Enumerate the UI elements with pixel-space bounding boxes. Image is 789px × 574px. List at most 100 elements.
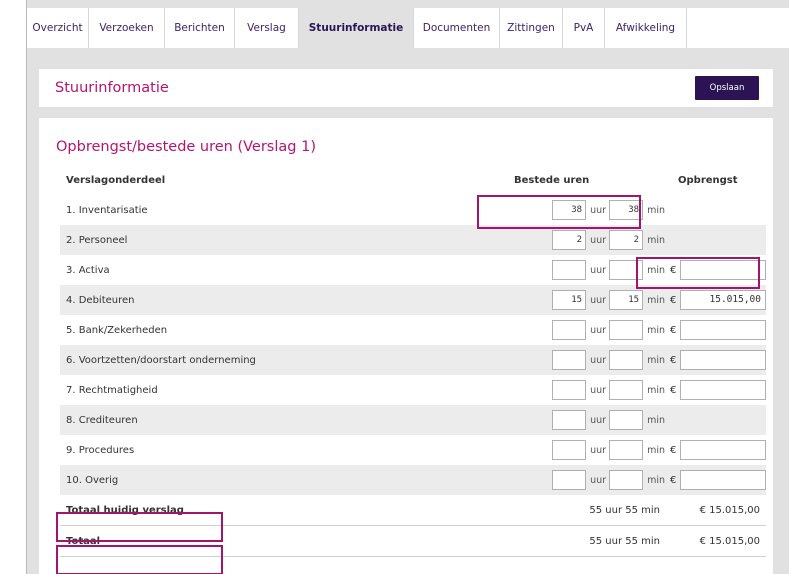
- row-label: 9. Procedures: [66, 444, 135, 456]
- revenue-input[interactable]: [680, 470, 766, 490]
- table-row: 9. Procedures uur min €: [60, 435, 766, 465]
- table-row: 4. Debiteuren 15 uur 15 min €15.015,00: [60, 285, 766, 315]
- row-label: 2. Personeel: [66, 234, 128, 246]
- page-header: Stuurinformatie Opslaan: [39, 69, 773, 107]
- tab-verzoeken[interactable]: Verzoeken: [89, 8, 165, 48]
- total-row: Totaal 55 uur 55 min € 15.015,00: [60, 526, 766, 557]
- hours-cell: 15 uur 15 min: [508, 290, 668, 310]
- minutes-unit: min: [647, 414, 665, 426]
- hours-input[interactable]: [552, 470, 587, 490]
- currency-symbol: €: [670, 354, 677, 366]
- minutes-input[interactable]: 2: [609, 230, 644, 250]
- hours-cell: uur min: [508, 380, 668, 400]
- minutes-input[interactable]: [609, 320, 644, 340]
- save-button[interactable]: Opslaan: [695, 76, 759, 100]
- hours-unit: uur: [590, 234, 607, 246]
- minutes-input[interactable]: [609, 410, 644, 430]
- table-row: 7. Rechtmatigheid uur min €: [60, 375, 766, 405]
- tab-overzicht[interactable]: Overzicht: [27, 8, 89, 48]
- hours-unit: uur: [590, 324, 607, 336]
- tab-verslag[interactable]: Verslag: [235, 8, 299, 48]
- currency-symbol: €: [670, 294, 677, 306]
- currency-symbol: €: [670, 264, 677, 276]
- revenue-cell: €15.015,00: [668, 290, 766, 310]
- hours-input[interactable]: [552, 320, 587, 340]
- minutes-unit: min: [647, 264, 665, 276]
- minutes-unit: min: [647, 384, 665, 396]
- hours-cell: uur min: [508, 350, 668, 370]
- column-header-opbrengst: Opbrengst: [678, 174, 738, 186]
- table-row: 1. Inventarisatie 38 uur 38 min: [60, 195, 766, 225]
- hours-cell: uur min: [508, 320, 668, 340]
- minutes-unit: min: [647, 474, 665, 486]
- hours-cell: uur min: [508, 260, 668, 280]
- hours-cell: uur min: [508, 470, 668, 490]
- total-revenue: € 15.015,00: [699, 535, 760, 547]
- row-label: 8. Crediteuren: [66, 414, 138, 426]
- tab-stuurinformatie[interactable]: Stuurinformatie: [299, 8, 414, 48]
- table-body: 1. Inventarisatie 38 uur 38 min 2. Personeel 2…: [60, 195, 766, 495]
- revenue-cell: €: [668, 320, 766, 340]
- hours-input[interactable]: 38: [552, 200, 587, 220]
- tab-pva[interactable]: PvA: [563, 8, 605, 48]
- revenue-input[interactable]: [680, 350, 766, 370]
- hours-unit: uur: [590, 294, 607, 306]
- hours-unit: uur: [590, 414, 607, 426]
- table-row: 8. Crediteuren uur min: [60, 405, 766, 435]
- hours-input[interactable]: 2: [552, 230, 587, 250]
- revenue-cell: €: [668, 380, 766, 400]
- revenue-input[interactable]: [680, 380, 766, 400]
- hours-input[interactable]: [552, 380, 587, 400]
- table-totals: Totaal huidig verslag 55 uur 55 min € 15.0…: [60, 495, 766, 557]
- minutes-input[interactable]: [609, 380, 644, 400]
- app-frame: Overzicht Verzoeken Berichten Verslag St…: [26, 0, 789, 574]
- row-label: 10. Overig: [66, 474, 119, 486]
- hours-input[interactable]: [552, 350, 587, 370]
- total-revenue: € 15.015,00: [699, 504, 760, 516]
- minutes-unit: min: [647, 444, 665, 456]
- currency-symbol: €: [670, 324, 677, 336]
- hours-cell: uur min: [508, 410, 668, 430]
- tab-afwikkeling[interactable]: Afwikkeling: [605, 8, 687, 48]
- revenue-input[interactable]: [680, 320, 766, 340]
- revenue-input[interactable]: [680, 440, 766, 460]
- hours-cell: 38 uur 38 min: [508, 200, 668, 220]
- row-label: 6. Voortzetten/doorstart onderneming: [66, 354, 256, 366]
- hours-input[interactable]: 15: [552, 290, 587, 310]
- column-header-onderdeel: Verslagonderdeel: [66, 174, 166, 186]
- minutes-input[interactable]: 15: [609, 290, 644, 310]
- minutes-input[interactable]: [609, 440, 644, 460]
- minutes-input[interactable]: [609, 260, 644, 280]
- revenue-input[interactable]: [680, 260, 766, 280]
- hours-unit: uur: [590, 264, 607, 276]
- row-label: 1. Inventarisatie: [66, 204, 148, 216]
- total-row: Totaal huidig verslag 55 uur 55 min € 15.0…: [60, 495, 766, 526]
- minutes-unit: min: [647, 324, 665, 336]
- total-time: 55 uur 55 min: [589, 504, 660, 516]
- minutes-input[interactable]: [609, 350, 644, 370]
- table-row: 6. Voortzetten/doorstart onderneming uur m…: [60, 345, 766, 375]
- currency-symbol: €: [670, 384, 677, 396]
- tab-berichten[interactable]: Berichten: [165, 8, 235, 48]
- row-label: 5. Bank/Zekerheden: [66, 324, 168, 336]
- page-title: Stuurinformatie: [55, 80, 169, 96]
- currency-symbol: €: [670, 474, 677, 486]
- minutes-input[interactable]: 38: [609, 200, 644, 220]
- minutes-unit: min: [647, 294, 665, 306]
- revenue-cell: €: [668, 260, 766, 280]
- hours-input[interactable]: [552, 260, 587, 280]
- row-label: 3. Activa: [66, 264, 110, 276]
- hours-cell: 2 uur 2 min: [508, 230, 668, 250]
- minutes-unit: min: [647, 234, 665, 246]
- tab-zittingen[interactable]: Zittingen: [500, 8, 563, 48]
- total-time: 55 uur 55 min: [589, 535, 660, 547]
- minutes-input[interactable]: [609, 470, 644, 490]
- total-label: Totaal: [66, 535, 101, 547]
- table-row: 3. Activa uur min €: [60, 255, 766, 285]
- hours-unit: uur: [590, 474, 607, 486]
- revenue-input[interactable]: 15.015,00: [680, 290, 766, 310]
- tab-documenten[interactable]: Documenten: [414, 8, 500, 48]
- minutes-unit: min: [647, 204, 665, 216]
- hours-input[interactable]: [552, 440, 587, 460]
- hours-input[interactable]: [552, 410, 587, 430]
